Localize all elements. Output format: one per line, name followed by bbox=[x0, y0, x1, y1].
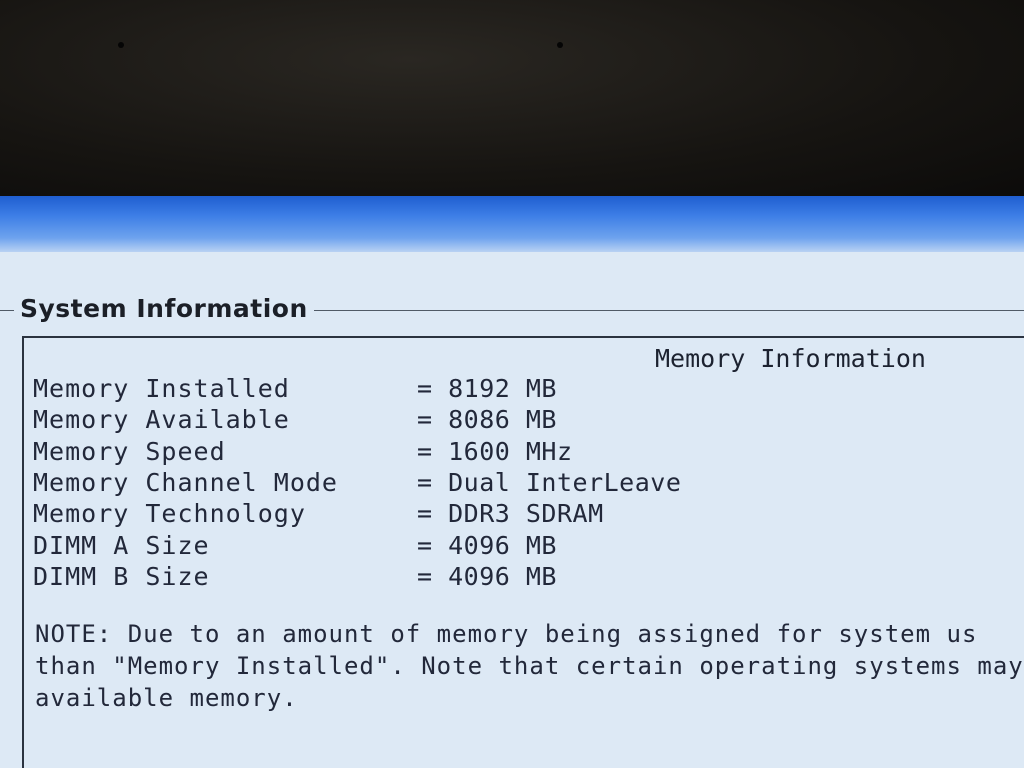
row-value: = 4096 MB bbox=[417, 562, 557, 591]
info-row-memory-technology: Memory Technology = DDR3 SDRAM bbox=[33, 499, 1013, 529]
row-value: = 1600 MHz bbox=[417, 437, 573, 466]
row-value: = Dual InterLeave bbox=[417, 468, 682, 497]
bios-screen: System Information Memory Information Me… bbox=[0, 196, 1024, 768]
memory-note-line: NOTE: Due to an amount of memory being a… bbox=[35, 620, 978, 648]
title-bar bbox=[0, 196, 1024, 252]
info-row-dimm-b-size: DIMM B Size = 4096 MB bbox=[33, 562, 1013, 592]
row-label: Memory Available bbox=[33, 405, 290, 434]
row-value: = 4096 MB bbox=[417, 531, 557, 560]
info-row-memory-available: Memory Available = 8086 MB bbox=[33, 405, 1013, 435]
memory-info-heading: Memory Information bbox=[655, 344, 926, 373]
monitor-bezel bbox=[0, 0, 1024, 198]
info-row-dimm-a-size: DIMM A Size = 4096 MB bbox=[33, 531, 1013, 561]
memory-note-line: available memory. bbox=[35, 684, 298, 712]
memory-note-line: than "Memory Installed". Note that certa… bbox=[35, 652, 1024, 680]
bezel-screw bbox=[118, 42, 124, 48]
row-label: DIMM B Size bbox=[33, 562, 210, 591]
bezel-screw bbox=[557, 42, 563, 48]
row-value: = 8086 MB bbox=[417, 405, 557, 434]
row-label: DIMM A Size bbox=[33, 531, 210, 560]
panel-title: System Information bbox=[14, 294, 314, 323]
row-label: Memory Speed bbox=[33, 437, 226, 466]
info-row-memory-installed: Memory Installed = 8192 MB bbox=[33, 374, 1013, 404]
row-label: Memory Technology bbox=[33, 499, 306, 528]
row-value: = 8192 MB bbox=[417, 374, 557, 403]
info-row-memory-speed: Memory Speed = 1600 MHz bbox=[33, 437, 1013, 467]
row-value: = DDR3 SDRAM bbox=[417, 499, 604, 528]
row-label: Memory Installed bbox=[33, 374, 290, 403]
row-label: Memory Channel Mode bbox=[33, 468, 338, 497]
info-row-memory-channel-mode: Memory Channel Mode = Dual InterLeave bbox=[33, 468, 1013, 498]
